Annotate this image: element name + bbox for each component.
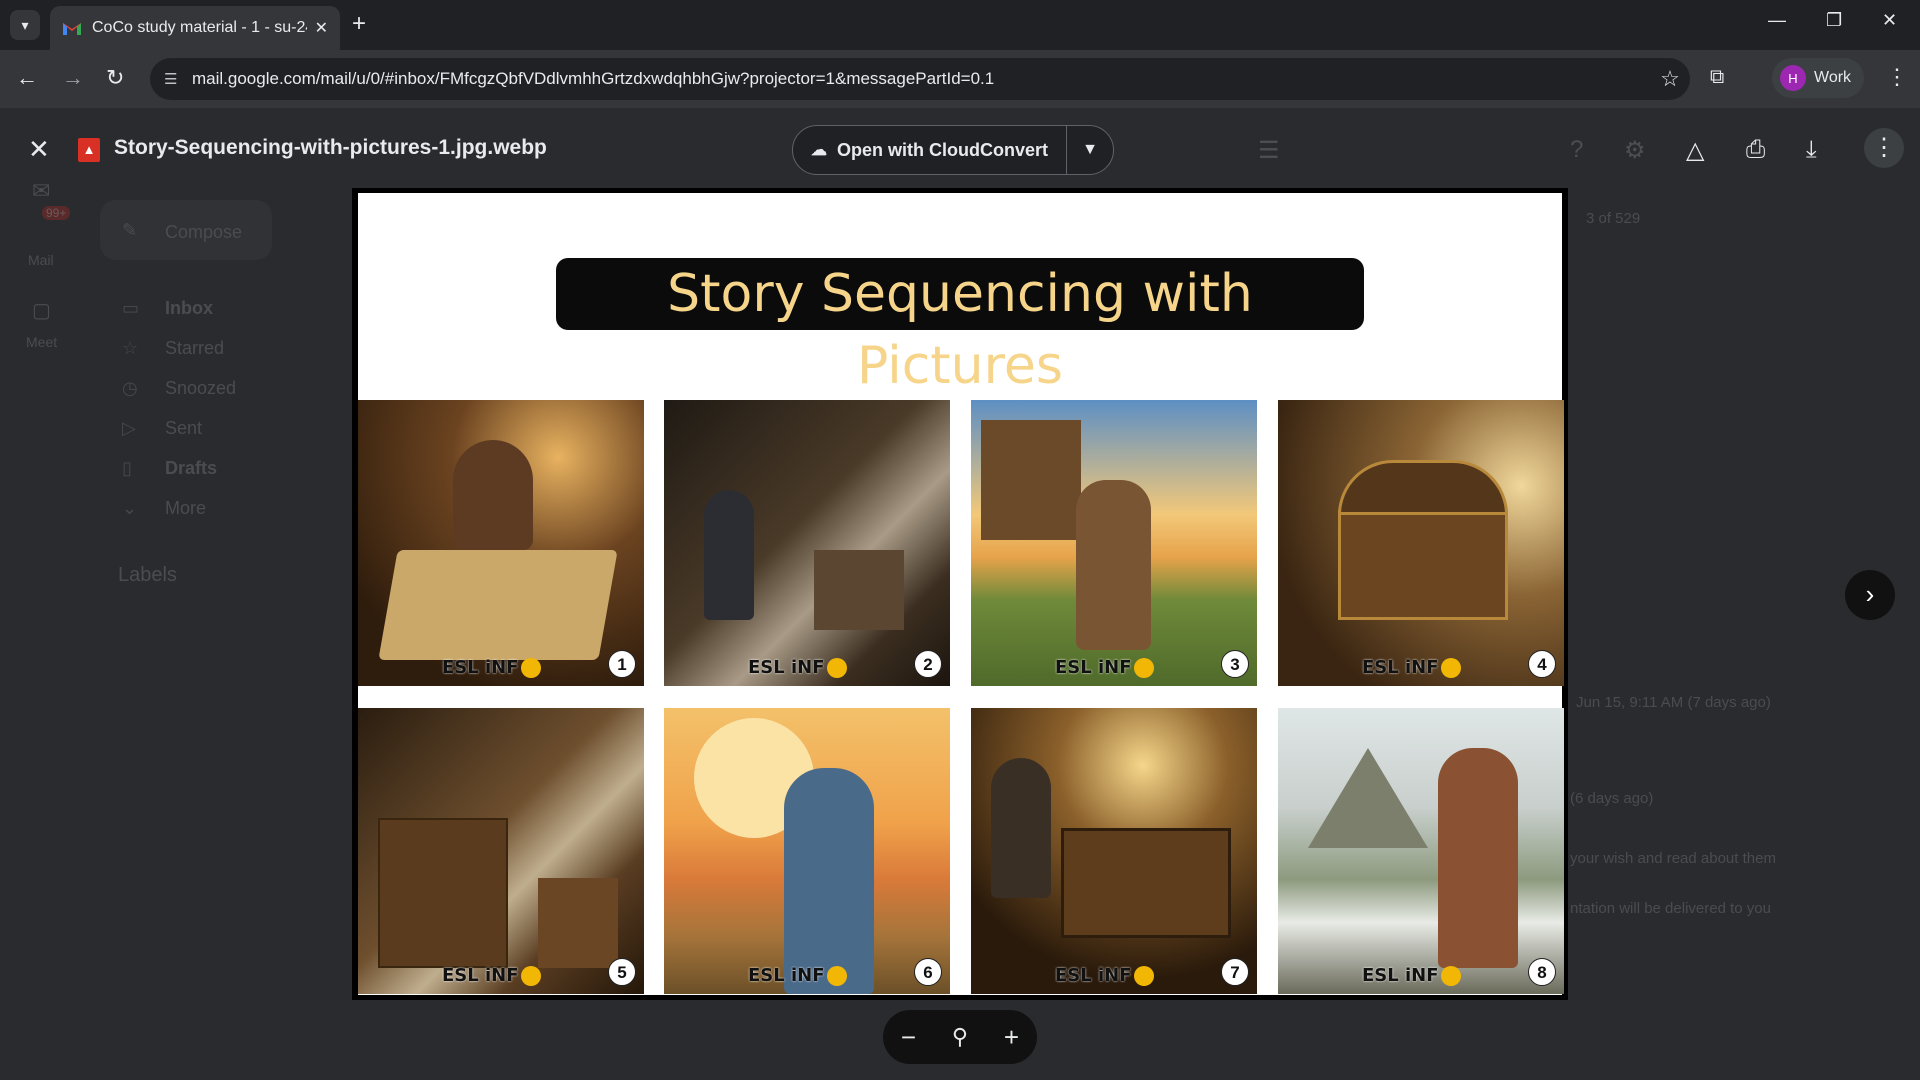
- message-date-2: (6 days ago): [1570, 790, 1654, 807]
- sidebar-item-more: More: [165, 498, 207, 518]
- pencil-icon: ✎: [122, 220, 138, 240]
- browser-toolbar: ← → ↻ ☰ mail.google.com/mail/u/0/#inbox/…: [0, 50, 1920, 108]
- restore-icon[interactable]: ❐: [1826, 10, 1842, 31]
- esl-logo: ESL iNF: [1055, 657, 1154, 678]
- profile-chip[interactable]: H Work: [1772, 58, 1864, 98]
- address-bar[interactable]: ☰ mail.google.com/mail/u/0/#inbox/FMfcgz…: [150, 58, 1690, 100]
- help-icon: ?: [1570, 136, 1584, 163]
- story-panel-5: ESL iNF 5: [358, 708, 644, 994]
- gmail-favicon-icon: [63, 23, 81, 35]
- esl-logo: ESL iNF: [748, 657, 847, 678]
- minimize-icon[interactable]: —: [1768, 10, 1786, 31]
- panel-number: 7: [1221, 958, 1249, 986]
- tab-title: CoCo study material - 1 - su-24: [92, 19, 307, 36]
- story-panel-1: ESL iNF 1: [358, 400, 644, 686]
- star-icon: ☆: [122, 338, 139, 358]
- worksheet-title: Story Sequencing with Pictures: [556, 258, 1364, 396]
- send-icon: ▷: [122, 418, 136, 438]
- panel-number: 1: [608, 650, 636, 678]
- labels-heading: Labels: [118, 564, 177, 586]
- zoom-controls: − ⚲ +: [883, 1010, 1037, 1064]
- close-window-icon[interactable]: ✕: [1882, 10, 1897, 31]
- back-arrow-icon[interactable]: ←: [16, 66, 38, 90]
- print-icon[interactable]: ⎙: [1746, 136, 1765, 164]
- open-with-button[interactable]: ☁ Open with CloudConvert: [793, 126, 1067, 174]
- story-panel-6: ESL iNF 6: [664, 708, 950, 994]
- pager-text: 3 of 529: [1586, 210, 1641, 227]
- sidebar-item-starred: Starred: [165, 338, 225, 358]
- filter-icon: ☰: [1258, 137, 1280, 164]
- sidebar-item-snoozed: Snoozed: [165, 378, 237, 398]
- download-icon[interactable]: ⤓: [1806, 136, 1817, 164]
- message-date: Jun 15, 9:11 AM (7 days ago): [1576, 694, 1771, 711]
- worksheet-image: Story Sequencing with Pictures ESL iNF 1…: [358, 193, 1564, 995]
- open-with-dropdown-icon[interactable]: ▼: [1067, 141, 1113, 159]
- esl-logo: ESL iNF: [442, 965, 541, 986]
- next-attachment-button[interactable]: ›: [1845, 570, 1895, 620]
- esl-logo: ESL iNF: [1055, 965, 1154, 986]
- meet-rail-icon: ▢: [32, 300, 51, 322]
- panel-number: 5: [608, 958, 636, 986]
- viewer-header: ✕ ▲ Story-Sequencing-with-pictures-1.jpg…: [0, 108, 1920, 188]
- message-snippet-2: ntation will be delivered to you: [1570, 900, 1771, 917]
- profile-label: Work: [1814, 69, 1852, 86]
- panel-number: 4: [1528, 650, 1556, 678]
- story-panel-4: ESL iNF 4: [1278, 400, 1564, 686]
- esl-logo: ESL iNF: [1362, 965, 1461, 986]
- story-panel-8: ESL iNF 8: [1278, 708, 1564, 994]
- meet-rail-label: Meet: [26, 334, 58, 350]
- compose-label: Compose: [165, 222, 243, 242]
- open-with-control: ☁ Open with CloudConvert ▼: [792, 125, 1114, 175]
- story-panel-2: ESL iNF 2: [664, 400, 950, 686]
- story-panel-7: ESL iNF 7: [971, 708, 1257, 994]
- forward-arrow-icon[interactable]: →: [62, 66, 84, 90]
- panel-number: 6: [914, 958, 942, 986]
- more-options-icon[interactable]: ⋮: [1864, 128, 1904, 168]
- message-snippet-1: your wish and read about them: [1570, 850, 1776, 867]
- draft-icon: ▯: [122, 458, 132, 478]
- zoom-in-icon[interactable]: +: [1004, 1022, 1019, 1053]
- zoom-out-icon[interactable]: −: [901, 1022, 916, 1053]
- bookmark-star-icon[interactable]: ☆: [1650, 66, 1690, 92]
- tab-close-icon[interactable]: ✕: [315, 18, 328, 38]
- clock-icon: ◷: [122, 378, 138, 398]
- active-tab[interactable]: CoCo study material - 1 - su-24 ✕: [50, 6, 340, 50]
- url-text: mail.google.com/mail/u/0/#inbox/FMfcgzQb…: [192, 69, 995, 88]
- add-to-drive-icon[interactable]: △: [1686, 136, 1704, 165]
- settings-icon: ⚙: [1624, 137, 1646, 164]
- browser-menu-icon[interactable]: ⋮: [1886, 64, 1908, 90]
- extensions-icon[interactable]: ⧉: [1710, 66, 1724, 89]
- reload-icon[interactable]: ↻: [106, 66, 124, 90]
- panel-number: 2: [914, 650, 942, 678]
- chevron-down-icon: ⌄: [122, 498, 138, 518]
- esl-logo: ESL iNF: [748, 965, 847, 986]
- mail-rail-label: Mail: [28, 252, 54, 268]
- sidebar-item-drafts: Drafts: [165, 458, 218, 478]
- image-preview: Story Sequencing with Pictures ESL iNF 1…: [352, 188, 1568, 1000]
- close-viewer-icon[interactable]: ✕: [28, 136, 50, 162]
- tab-search-button[interactable]: ▾: [10, 10, 40, 40]
- new-tab-icon[interactable]: +: [352, 12, 366, 36]
- story-panel-3: ESL iNF 3: [971, 400, 1257, 686]
- zoom-reset-icon[interactable]: ⚲: [952, 1024, 968, 1050]
- open-with-label: Open with CloudConvert: [837, 139, 1048, 160]
- image-file-icon: ▲: [78, 138, 100, 162]
- viewer-file-name: Story-Sequencing-with-pictures-1.jpg.web…: [114, 136, 547, 159]
- sidebar-item-inbox: Inbox: [165, 298, 213, 318]
- esl-logo: ESL iNF: [1362, 657, 1461, 678]
- browser-tab-bar: ▾ CoCo study material - 1 - su-24 ✕ + — …: [0, 0, 1920, 50]
- site-info-icon[interactable]: ☰: [164, 70, 192, 88]
- profile-avatar: H: [1780, 65, 1806, 91]
- panel-number: 3: [1221, 650, 1249, 678]
- sidebar-item-sent: Sent: [165, 418, 203, 438]
- esl-logo: ESL iNF: [442, 657, 541, 678]
- panel-number: 8: [1528, 958, 1556, 986]
- cloud-icon: ☁: [811, 142, 827, 159]
- mail-unread-badge: 99+: [42, 206, 71, 220]
- inbox-icon: ▭: [122, 298, 140, 318]
